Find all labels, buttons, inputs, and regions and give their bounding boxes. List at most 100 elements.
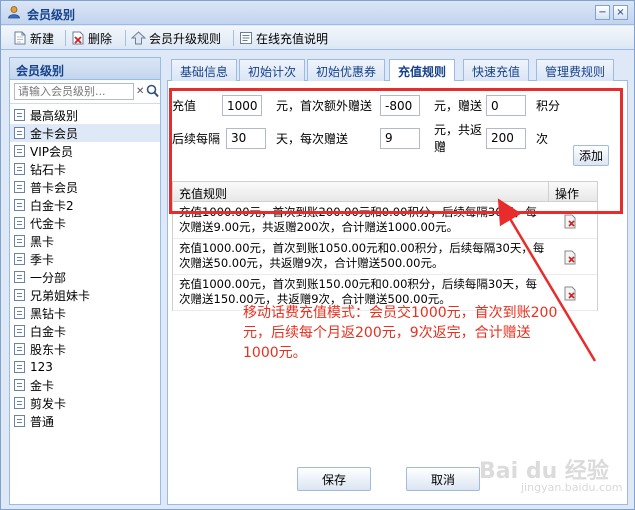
rule-text: 充值1000.00元，首次到账200.00元和0.00积分，后续每隔30天，每次… (179, 205, 538, 234)
sidebar-item[interactable]: 123 (10, 358, 160, 376)
form-row-recharge: 充值 元，首次额外赠送 元，赠送 积分 (172, 95, 560, 116)
list-item-icon (14, 325, 25, 337)
recharge-amount-field[interactable] (222, 95, 262, 116)
sidebar-item-label: 兄弟姐妹卡 (30, 288, 91, 303)
sidebar-item-label: 钻石卡 (30, 162, 67, 177)
online-recharge-label: 在线充值说明 (256, 31, 329, 46)
search-bar: ✕ (10, 80, 160, 104)
column-header-operation[interactable]: 操作 (549, 182, 597, 202)
sidebar-item[interactable]: 普通 (10, 412, 160, 430)
document-icon (240, 32, 252, 44)
delete-row-icon[interactable] (563, 249, 577, 265)
points-label: 积分 (536, 99, 561, 113)
sidebar-item[interactable]: 金卡 (10, 376, 160, 394)
times-label: 次 (536, 131, 549, 146)
sidebar-item-label: 黑卡 (30, 234, 55, 249)
list-item-icon (14, 199, 25, 211)
online-recharge-button[interactable]: 在线充值说明 (239, 29, 328, 47)
new-label: 新建 (30, 31, 55, 46)
search-icon[interactable] (146, 84, 159, 98)
sidebar-item[interactable]: VIP会员 (10, 142, 160, 160)
search-input[interactable] (14, 83, 134, 100)
column-header-rule[interactable]: 充值规则 (173, 182, 549, 202)
sidebar-item[interactable]: 剪发卡 (10, 394, 160, 412)
list-item-icon (14, 109, 25, 121)
list-item-icon (14, 271, 25, 283)
sidebar-item-label: 普卡会员 (30, 180, 79, 195)
sidebar-item[interactable]: 黑钻卡 (10, 304, 160, 322)
list-item-icon (14, 361, 25, 373)
sidebar-item[interactable]: 代金卡 (10, 214, 160, 232)
cancel-button[interactable]: 取消 (406, 467, 480, 491)
first-extra-field[interactable] (380, 95, 420, 116)
member-level-window: 会员级别 − × 新建 删除 会员升级规则 在线充值说明 会员级别 请输入会员级… (0, 0, 635, 510)
toolbar-separator (65, 30, 66, 46)
clear-icon[interactable]: ✕ (136, 86, 144, 97)
list-item-icon (14, 163, 25, 175)
tab[interactable]: 初始优惠券 (307, 59, 386, 81)
sidebar-item[interactable]: 最高级别 (10, 106, 160, 124)
tab[interactable]: 快速充值 (463, 59, 530, 81)
delete-icon (72, 31, 84, 45)
sidebar-item-label: 白金卡 (30, 324, 67, 339)
tab[interactable]: 基础信息 (171, 59, 238, 81)
list-item-icon (14, 217, 25, 229)
sidebar-item-label: 剪发卡 (30, 396, 67, 411)
panel-header: 会员级别 (10, 58, 160, 80)
sidebar-item[interactable]: 黑卡 (10, 232, 160, 250)
tab-strip: 基础信息 初始计次 初始优惠券 充值规则 快速充值 管理费规则 (167, 57, 628, 82)
sidebar-item[interactable]: 一分部 (10, 268, 160, 286)
list-item-icon (14, 307, 25, 319)
sidebar-item-label: 股东卡 (30, 342, 67, 357)
each-gift-label: 天，每次赠送 (276, 131, 349, 146)
add-button[interactable]: 添加 (573, 145, 609, 166)
sidebar-item[interactable]: 白金卡 (10, 322, 160, 340)
table-row[interactable]: 充值1000.00元，首次到账1050.00元和0.00积分，后续每隔30天，每… (173, 239, 597, 275)
member-level-tree: 最高级别 金卡会员 VIP会员钻石卡普卡会员白金卡2 代金卡黑卡季卡一分部兄弟姐妹卡黑… (10, 104, 160, 430)
tab[interactable]: 充值规则 (389, 59, 456, 82)
delete-row-icon[interactable] (563, 213, 577, 229)
upgrade-rules-label: 会员升级规则 (149, 31, 222, 46)
upgrade-rules-button[interactable]: 会员升级规则 (131, 29, 221, 47)
recharge-rules-grid: 充值规则 操作 充值1000.00元，首次到账200.00元和0.00积分，后续… (172, 181, 598, 311)
list-item-icon (14, 415, 25, 427)
sidebar-item[interactable]: 季卡 (10, 250, 160, 268)
sidebar-item-label: 最高级别 (30, 108, 79, 123)
sidebar-item[interactable]: 白金卡2 (10, 196, 160, 214)
interval-label: 后续每隔 (172, 131, 221, 146)
sidebar-item-label: 一分部 (30, 270, 67, 285)
annotation-text: 移动话费充值模式：会员交1000元，首次到账200元，后续每个月返200元，9次… (243, 305, 558, 361)
sidebar-item-label: 季卡 (30, 252, 55, 267)
gift-points-field[interactable] (486, 95, 526, 116)
sidebar-item[interactable]: 普卡会员 (10, 178, 160, 196)
sidebar-item-label: 白金卡2 (30, 198, 74, 213)
recharge-label: 充值 (172, 99, 197, 113)
minimize-icon[interactable]: − (595, 5, 610, 20)
member-level-list-panel: 会员级别 ✕ 最高级别金卡会员 VIP会员钻石卡普卡会员白金卡2 代金卡黑卡季卡一分… (9, 57, 161, 505)
list-item-icon (14, 379, 25, 391)
title-bar: 会员级别 − × (1, 1, 634, 25)
toolbar: 新建 删除 会员升级规则 在线充值说明 (1, 26, 634, 50)
list-item-icon (14, 289, 25, 301)
each-gift-field[interactable] (380, 127, 420, 149)
close-icon[interactable]: × (613, 5, 628, 20)
gift-label: 元，赠送 (434, 99, 483, 113)
save-button[interactable]: 保存 (297, 467, 371, 491)
total-times-field[interactable] (486, 127, 526, 149)
sidebar-item[interactable]: 钻石卡 (10, 160, 160, 178)
delete-row-icon[interactable] (563, 285, 577, 301)
interval-days-field[interactable] (226, 127, 266, 149)
watermark-url: jingyan.baidu.com (521, 481, 623, 494)
sidebar-item[interactable]: 股东卡 (10, 340, 160, 358)
toolbar-separator (233, 30, 234, 46)
sidebar-item-label: 123 (30, 360, 53, 374)
table-row[interactable]: 充值1000.00元，首次到账200.00元和0.00积分，后续每隔30天，每次… (173, 203, 597, 239)
rule-text: 充值1000.00元，首次到账1050.00元和0.00积分，后续每隔30天，每… (179, 241, 545, 270)
tab[interactable]: 管理费规则 (536, 59, 615, 81)
first-extra-label: 元，首次额外赠送 (276, 99, 373, 113)
tab[interactable]: 初始计次 (239, 59, 306, 81)
sidebar-item[interactable]: 金卡会员 (10, 124, 160, 142)
new-button[interactable]: 新建 (13, 29, 54, 47)
sidebar-item[interactable]: 兄弟姐妹卡 (10, 286, 160, 304)
delete-button[interactable]: 删除 (71, 29, 112, 47)
